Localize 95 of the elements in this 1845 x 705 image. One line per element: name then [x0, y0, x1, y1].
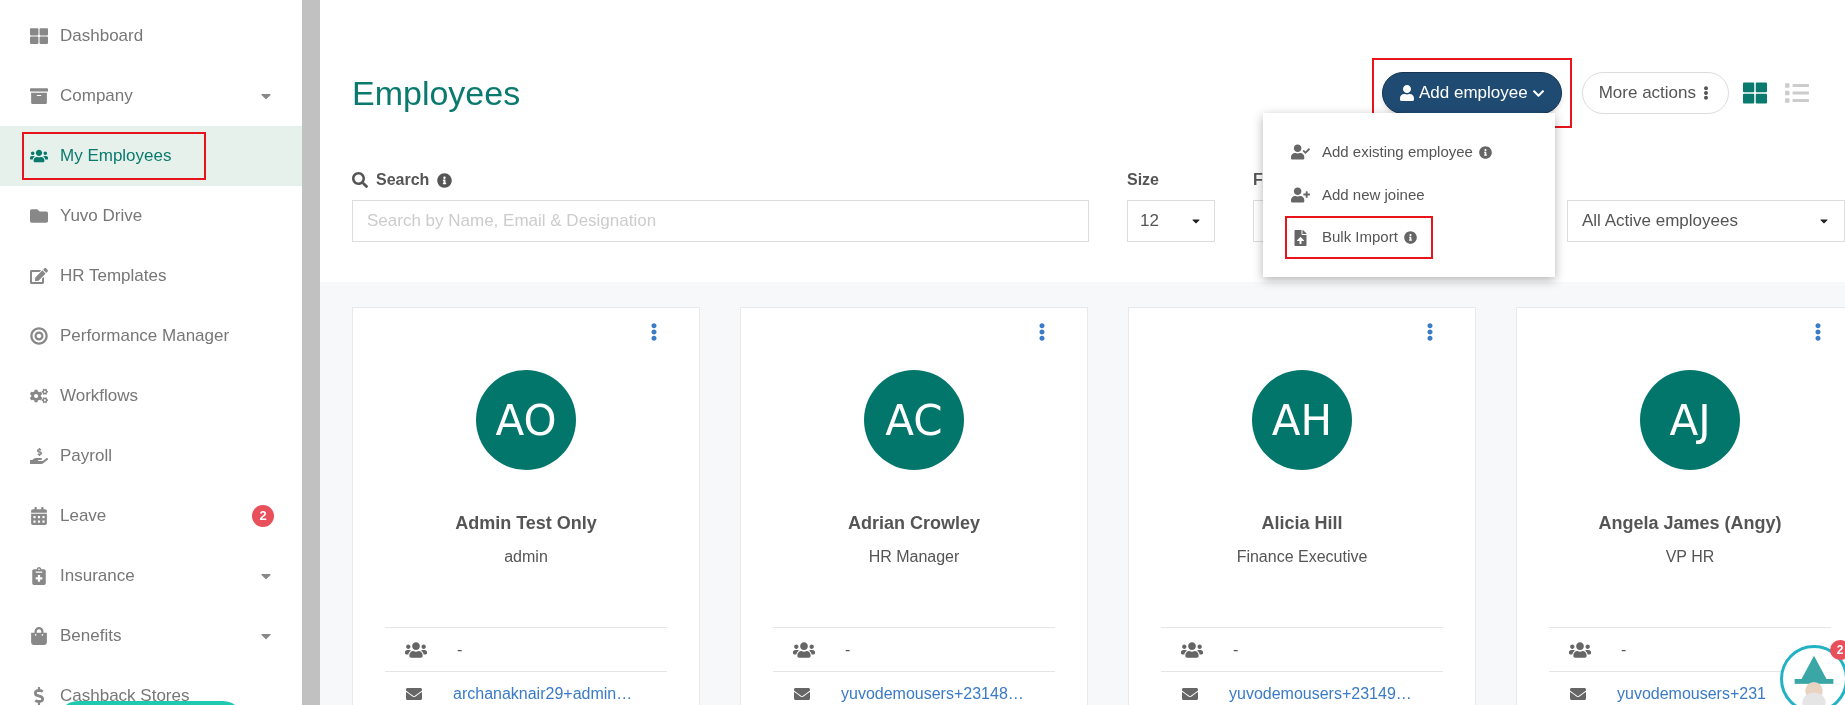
users-icon	[30, 147, 48, 165]
more-icon[interactable]	[1425, 323, 1435, 341]
avatar: AC	[864, 370, 964, 470]
add-employee-button[interactable]: Add employee	[1382, 72, 1562, 114]
more-actions-button[interactable]: More actions	[1581, 72, 1729, 114]
bag-icon	[30, 627, 48, 645]
users-icon	[405, 640, 427, 659]
menu-item[interactable]: Add existing employee	[1285, 131, 1508, 174]
archive-icon	[30, 87, 48, 105]
employee-role: HR Manager	[868, 547, 960, 567]
menu-item[interactable]: Bulk Import	[1285, 216, 1433, 259]
sidebar-label: Insurance	[60, 565, 135, 588]
clipboard-plus-icon	[30, 567, 48, 585]
employee-role: admin	[504, 547, 548, 567]
folder-icon	[30, 207, 48, 225]
hand-money-icon	[30, 447, 48, 465]
email-link[interactable]: yuvodemousers+23148…	[841, 682, 1024, 705]
size-select[interactable]: 12	[1127, 200, 1215, 242]
sidebar-label: Workflows	[60, 385, 139, 408]
users-icon	[793, 640, 815, 659]
employee-card[interactable]: AO Admin Test Only admin - archanaknair29+admin…	[352, 307, 700, 705]
employee-name: Admin Test Only	[455, 512, 597, 535]
sidebar-label: My Employees	[60, 145, 172, 168]
email-link[interactable]: yuvodemousers+231	[1617, 682, 1766, 705]
sidebar-item[interactable]: Insurance	[0, 546, 302, 606]
sidebar-label: HR Templates	[60, 265, 167, 288]
sidebar-label: Leave	[60, 505, 107, 528]
filter-label: F	[1253, 170, 1263, 190]
status-select[interactable]: All Active employees	[1567, 200, 1845, 242]
sidebar-label: Cashback Stores	[60, 685, 190, 705]
users-icon	[1569, 640, 1591, 659]
sidebar-item[interactable]: Benefits	[0, 606, 302, 666]
email-icon	[793, 686, 811, 702]
employee-name: Angela James (Angy)	[1598, 512, 1782, 535]
email-icon	[1569, 686, 1587, 702]
sidebar-item[interactable]: HR Templates	[0, 246, 302, 306]
user-plus-icon	[1291, 187, 1310, 203]
employee-role: VP HR	[1665, 547, 1715, 567]
sidebar-item[interactable]: Dashboard	[0, 6, 302, 66]
grid-icon	[30, 27, 48, 45]
page-title: Employees	[352, 72, 521, 114]
sidebar-item[interactable]: Company	[0, 66, 302, 126]
more-icon[interactable]	[1813, 323, 1823, 341]
team-value: -	[457, 639, 463, 660]
scrollbar[interactable]	[302, 0, 320, 705]
email-link[interactable]: archanaknair29+admin…	[453, 682, 633, 705]
employee-name: Alicia Hill	[1261, 512, 1343, 535]
team-value: -	[845, 639, 851, 660]
more-icon[interactable]	[1037, 323, 1047, 341]
sidebar-label: Company	[60, 85, 133, 108]
list-icon	[1785, 81, 1809, 105]
edit-icon	[30, 267, 48, 285]
avatar: AH	[1252, 370, 1352, 470]
info-icon	[437, 172, 453, 188]
team-value: -	[1233, 639, 1239, 660]
size-label: Size	[1127, 170, 1160, 190]
sidebar-item[interactable]: Workflows	[0, 366, 302, 426]
avatar: AJ	[1640, 370, 1740, 470]
sidebar-item[interactable]: Performance Manager	[0, 306, 302, 366]
sidebar-label: Yuvo Drive	[60, 205, 143, 228]
sidebar-label: Performance Manager	[60, 325, 230, 348]
grid-icon	[1743, 81, 1767, 105]
employee-card[interactable]: AC Adrian Crowley HR Manager - yuvodemousers+23148…	[740, 307, 1088, 705]
search-icon	[352, 172, 368, 188]
target-icon	[30, 327, 48, 345]
users-icon	[1181, 640, 1203, 659]
gears-icon	[30, 387, 48, 405]
search-label: Search	[376, 170, 430, 190]
menu-label: Bulk Import	[1322, 227, 1398, 248]
employee-card[interactable]: AH Alicia Hill Finance Executive - yuvodemousers+23149…	[1128, 307, 1476, 705]
sidebar-item[interactable]: Yuvo Drive	[0, 186, 302, 246]
user-icon	[1399, 85, 1415, 101]
sidebar-label: Dashboard	[60, 25, 144, 48]
sidebar-label: Payroll	[60, 445, 112, 468]
avatar: AO	[476, 370, 576, 470]
sidebar-item[interactable]: Cashback Stores	[0, 666, 302, 705]
sidebar-item[interactable]: Payroll	[0, 426, 302, 486]
user-check-icon	[1291, 144, 1310, 161]
menu-label: Add existing employee	[1322, 142, 1473, 163]
sidebar-item[interactable]: My Employees	[0, 126, 302, 186]
info-icon	[1403, 231, 1417, 245]
sidebar-item[interactable]: Leave 2	[0, 486, 302, 546]
email-icon	[1181, 686, 1199, 702]
email-link[interactable]: yuvodemousers+23149…	[1229, 682, 1412, 705]
menu-label: Add new joinee	[1322, 184, 1425, 205]
calendar-icon	[30, 507, 48, 525]
more-icon[interactable]	[649, 323, 659, 341]
email-icon	[405, 686, 423, 702]
employee-role: Finance Executive	[1236, 547, 1368, 567]
info-icon	[1478, 145, 1492, 159]
team-value: -	[1621, 639, 1627, 660]
sidebar-label: Benefits	[60, 625, 122, 648]
count-badge: 2	[252, 505, 274, 527]
employee-name: Adrian Crowley	[848, 512, 980, 535]
menu-item[interactable]: Add new joinee	[1285, 173, 1441, 217]
